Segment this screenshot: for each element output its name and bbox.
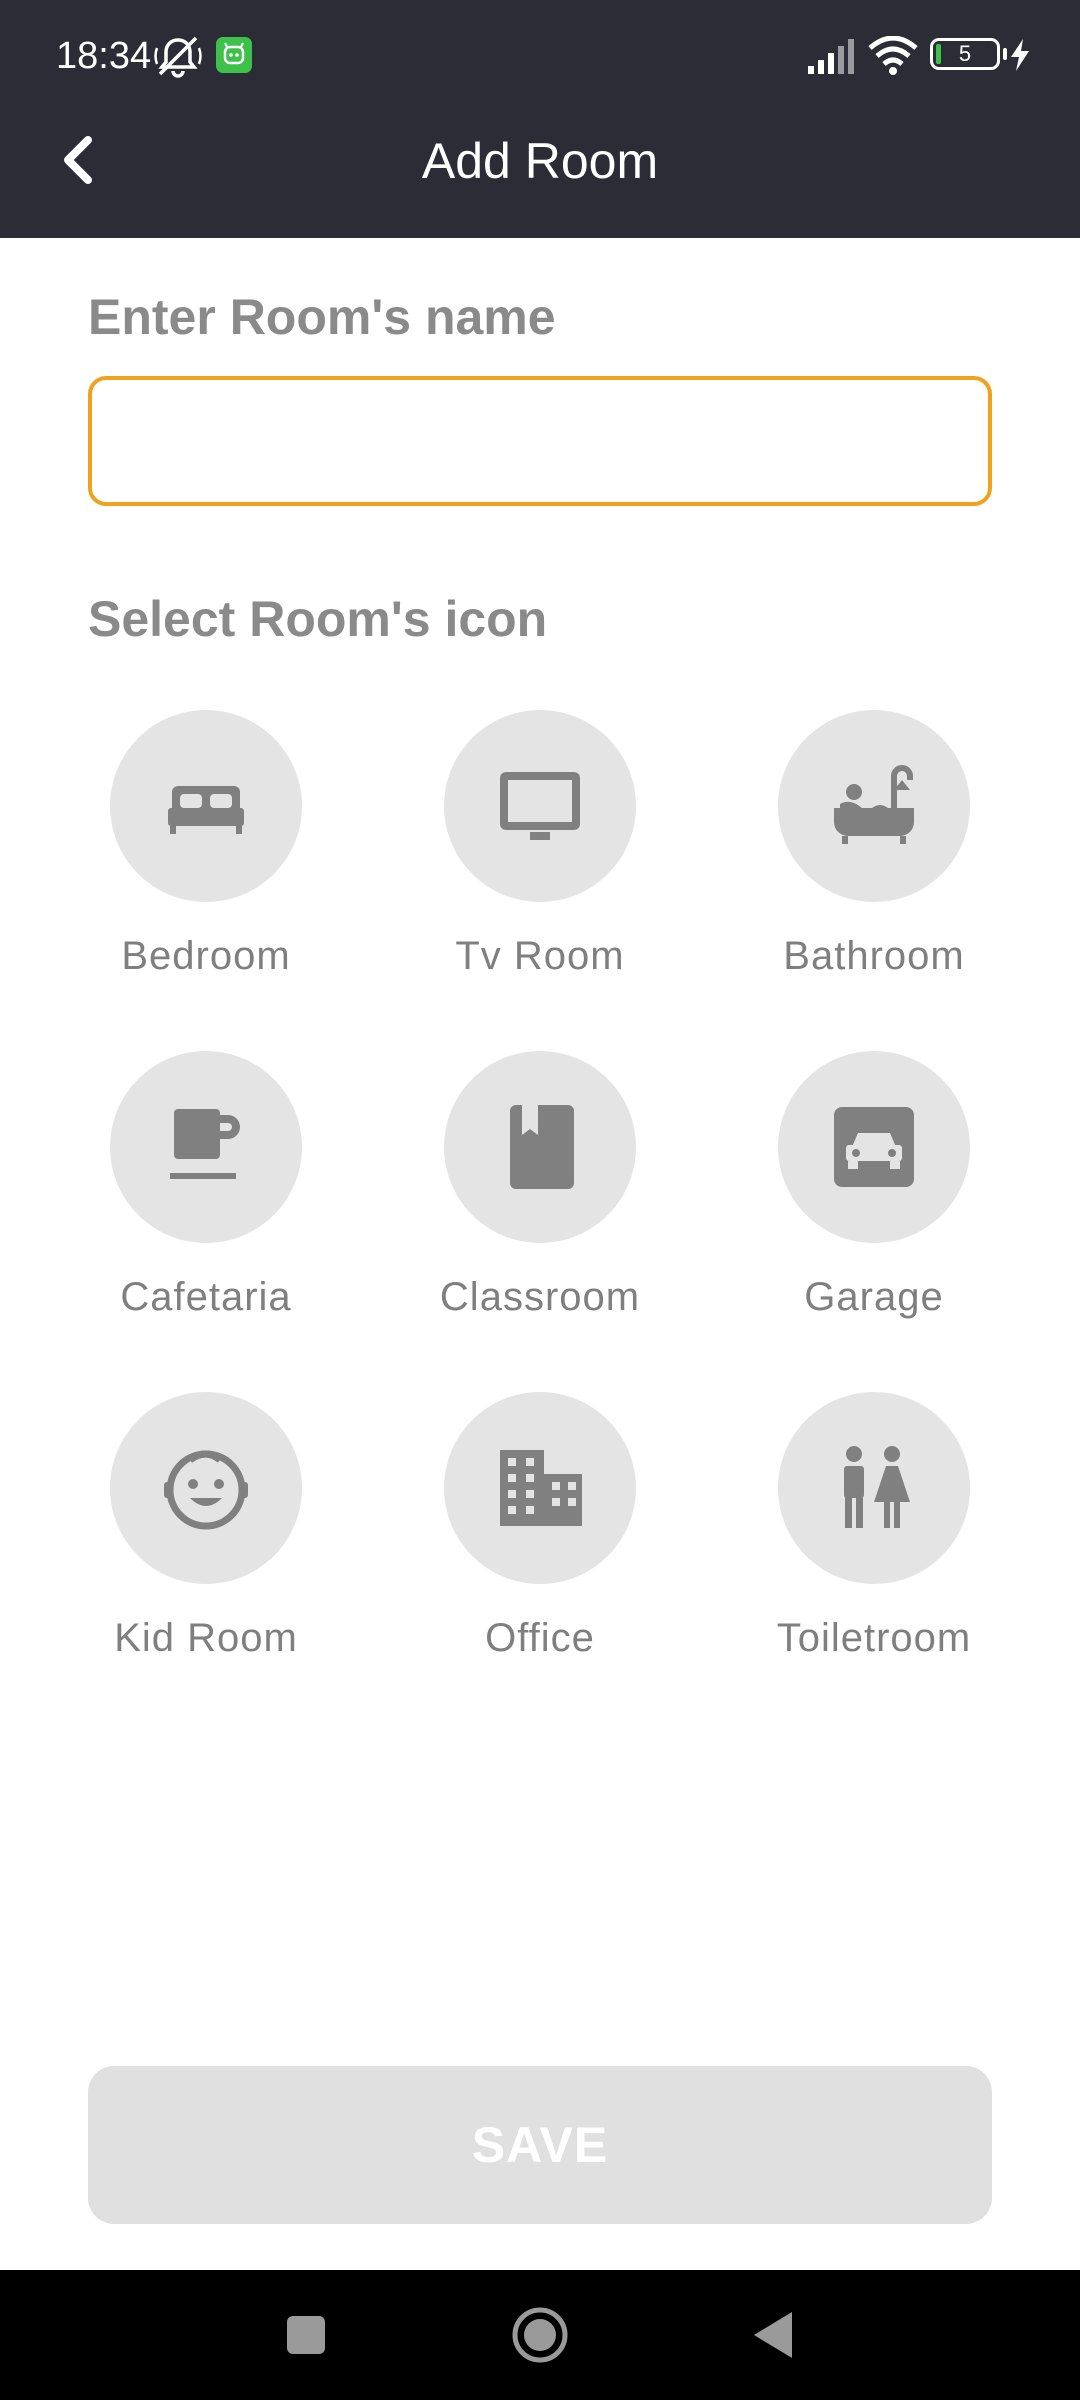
- room-option-garage[interactable]: Garage: [724, 1051, 1024, 1351]
- room-option-bathroom[interactable]: Bathroom: [724, 710, 1024, 1010]
- room-option-label: Tv Room: [455, 934, 625, 978]
- coffee-cup-icon: [170, 1109, 240, 1179]
- room-option-tv-room[interactable]: Tv Room: [390, 710, 690, 1010]
- room-option-bedroom[interactable]: Bedroom: [56, 710, 356, 1010]
- room-name-label: Enter Room's name: [88, 289, 556, 345]
- room-icon-circle[interactable]: [110, 1392, 302, 1584]
- battery-cap: [1003, 48, 1007, 60]
- room-icon-circle[interactable]: [778, 1051, 970, 1243]
- tv-icon: [500, 772, 580, 840]
- status-time: 18:34: [56, 35, 152, 77]
- room-icon-circle[interactable]: [778, 710, 970, 902]
- save-button[interactable]: SAVE: [88, 2066, 992, 2224]
- bed-icon: [168, 786, 244, 834]
- room-option-label: Office: [485, 1616, 595, 1660]
- charging-icon: [1011, 39, 1029, 71]
- room-option-label: Kid Room: [114, 1616, 298, 1660]
- signal-icon: [808, 39, 854, 74]
- room-option-label: Garage: [804, 1275, 944, 1319]
- status-bar: 18:34 5: [0, 0, 1080, 110]
- building-icon: [500, 1450, 582, 1526]
- mute-icon: [154, 36, 202, 78]
- car-icon: [834, 1107, 914, 1187]
- room-option-label: Toiletroom: [776, 1616, 972, 1660]
- child-face-icon: [164, 1450, 248, 1530]
- room-option-toiletroom[interactable]: Toiletroom: [724, 1392, 1024, 1692]
- room-icon-circle[interactable]: [110, 710, 302, 902]
- book-icon: [510, 1105, 574, 1189]
- room-icon-circle[interactable]: [444, 710, 636, 902]
- app-notification-icon: [216, 37, 252, 73]
- room-option-label: Classroom: [439, 1275, 641, 1319]
- room-option-kid-room[interactable]: Kid Room: [56, 1392, 356, 1692]
- room-icon-circle[interactable]: [110, 1051, 302, 1243]
- system-navigation-bar: [0, 2270, 1080, 2400]
- room-icon-circle[interactable]: [778, 1392, 970, 1584]
- back-icon[interactable]: [740, 2300, 810, 2370]
- room-icon-label: Select Room's icon: [88, 591, 548, 647]
- app-header: 18:34 5 Add Room: [0, 0, 1080, 238]
- battery-level: 5: [958, 41, 972, 66]
- room-name-input[interactable]: [88, 376, 992, 506]
- recent-apps-icon[interactable]: [271, 2300, 341, 2370]
- room-option-classroom[interactable]: Classroom: [390, 1051, 690, 1351]
- room-option-label: Cafetaria: [120, 1275, 292, 1319]
- page-title: Add Room: [421, 133, 659, 189]
- room-option-label: Bathroom: [783, 934, 965, 978]
- wc-icon: [844, 1446, 910, 1528]
- battery-icon: 5: [930, 38, 1000, 70]
- room-icon-circle[interactable]: [444, 1392, 636, 1584]
- room-option-office[interactable]: Office: [390, 1392, 690, 1692]
- bathtub-icon: [834, 765, 914, 844]
- room-option-label: Bedroom: [121, 934, 291, 978]
- home-icon[interactable]: [505, 2300, 575, 2370]
- room-option-cafetaria[interactable]: Cafetaria: [56, 1051, 356, 1351]
- wifi-icon: [868, 36, 918, 75]
- room-icon-circle[interactable]: [444, 1051, 636, 1243]
